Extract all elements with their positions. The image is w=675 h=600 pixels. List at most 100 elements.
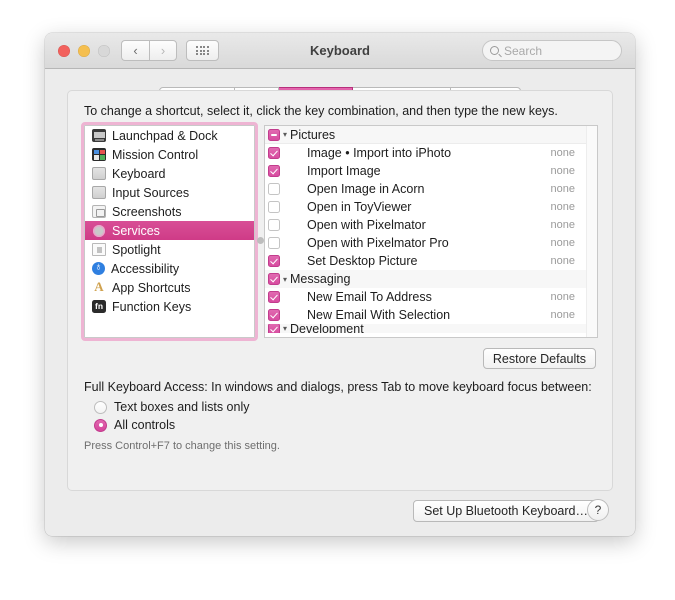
shortcut-key-value[interactable]: none [551,219,575,231]
shortcut-checkbox[interactable] [268,165,280,177]
shortcut-item-row[interactable]: New Email To Address none [265,288,597,306]
shortcut-key-value[interactable]: none [551,201,575,213]
sidebar-item-accessibility[interactable]: Accessibility [85,259,254,278]
radio-indicator [94,400,107,414]
sidebar-item-label: Mission Control [112,147,199,162]
radio-indicator [94,418,107,432]
shortcut-checkbox[interactable] [268,219,280,231]
sidebar-item-screenshots[interactable]: Screenshots [85,202,254,221]
shortcut-item-row[interactable]: Open Image in Acorn none [265,180,597,198]
checkbox-cell [265,324,283,333]
shortcut-name: Development [290,324,364,333]
shortcut-checkbox[interactable] [268,237,280,249]
shortcut-group-row[interactable]: ▾ Development [265,324,597,333]
function-keys-icon [92,300,106,313]
shortcut-checkbox[interactable] [268,147,280,159]
sidebar-item-input-sources[interactable]: Input Sources [85,183,254,202]
shortcut-checkbox[interactable] [268,128,280,141]
checkbox-cell [265,291,283,303]
shortcut-name: Open with Pixelmator Pro [307,236,449,250]
shortcut-group-row[interactable]: ▾ Messaging [265,270,597,288]
shortcut-items-list[interactable]: ▾ Pictures Image • Import into iPhoto none I… [264,125,598,338]
preferences-window: ‹ › Keyboard Search KeyboardTextShortcut… [45,33,635,536]
checkbox-cell [265,219,283,231]
shortcut-name: Messaging [290,272,351,286]
search-icon [490,46,499,55]
spotlight-icon [92,243,106,256]
sidebar-item-label: Services [112,223,160,238]
window-titlebar: ‹ › Keyboard Search [45,33,635,69]
shortcut-key-value[interactable]: none [551,309,575,321]
shortcut-name: Open in ToyViewer [307,200,412,214]
radio-label: All controls [114,418,176,432]
checkbox-cell [265,237,283,249]
sidebar-item-app-shortcuts[interactable]: App Shortcuts [85,278,254,297]
radio-all-controls[interactable]: All controls [94,418,175,432]
shortcut-item-row[interactable]: New Email With Selection none [265,306,597,324]
checkbox-cell [265,309,283,321]
shortcut-name: Set Desktop Picture [307,254,418,268]
shortcut-checkbox[interactable] [268,291,280,303]
checkbox-cell [265,165,283,177]
shortcut-checkbox[interactable] [268,324,280,333]
sidebar-item-services[interactable]: Services [85,221,254,240]
input-sources-icon [92,186,106,199]
help-button[interactable]: ? [587,499,609,521]
sidebar-item-label: Function Keys [112,299,192,314]
sidebar-item-label: Launchpad & Dock [112,128,218,143]
shortcut-key-value[interactable]: none [551,165,575,177]
shortcut-item-row[interactable]: Set Desktop Picture none [265,252,597,270]
instruction-text: To change a shortcut, select it, click t… [84,104,558,118]
shortcut-list-scrollbar[interactable] [586,126,597,337]
sidebar-item-function-keys[interactable]: Function Keys [85,297,254,316]
full-keyboard-access-label: Full Keyboard Access: In windows and dia… [84,380,592,394]
set-up-bluetooth-keyboard-button[interactable]: Set Up Bluetooth Keyboard… [413,500,599,522]
shortcut-item-row[interactable]: Open with Pixelmator none [265,216,597,234]
shortcut-item-row[interactable]: Open in ToyViewer none [265,198,597,216]
disclosure-triangle-icon[interactable]: ▾ [283,275,287,284]
shortcut-checkbox[interactable] [268,201,280,213]
search-placeholder: Search [504,43,543,58]
accessibility-icon [92,260,105,275]
sidebar-item-keyboard[interactable]: Keyboard [85,164,254,183]
disclosure-triangle-icon[interactable]: ▾ [283,130,287,139]
restore-defaults-label: Restore Defaults [492,351,586,366]
question-mark-icon: ? [594,503,602,517]
services-gear-icon [92,224,106,237]
shortcut-key-value[interactable]: none [551,237,575,249]
disclosure-triangle-icon[interactable]: ▾ [283,324,287,333]
shortcut-key-value[interactable]: none [551,255,575,267]
shortcut-checkbox[interactable] [268,309,280,321]
app-shortcuts-icon [92,279,106,295]
shortcut-category-list[interactable]: Launchpad & Dock Mission Control Keyboard I… [81,122,258,341]
sidebar-item-mission-control[interactable]: Mission Control [85,145,254,164]
shortcut-checkbox[interactable] [268,255,280,267]
sidebar-item-label: Accessibility [111,261,180,276]
sidebar-item-label: Spotlight [112,242,161,257]
shortcut-key-value[interactable]: none [551,183,575,195]
shortcut-name: Pictures [290,127,336,142]
checkbox-cell [265,128,283,141]
screenshots-icon [92,205,106,218]
full-keyboard-access-hint: Press Control+F7 to change this setting. [84,440,280,452]
bluetooth-button-label: Set Up Bluetooth Keyboard… [424,504,588,518]
sidebar-item-label: App Shortcuts [112,280,191,295]
sidebar-scroll-knob[interactable] [257,237,264,244]
sidebar-item-spotlight[interactable]: Spotlight [85,240,254,259]
search-field[interactable]: Search [482,40,622,61]
shortcut-checkbox[interactable] [268,273,280,285]
radio-text-boxes-and-lists[interactable]: Text boxes and lists only [94,400,250,414]
shortcut-key-value[interactable]: none [551,147,575,159]
shortcut-name: Image • Import into iPhoto [307,146,452,160]
restore-defaults-button[interactable]: Restore Defaults [482,348,596,369]
checkbox-cell [265,183,283,195]
shortcut-checkbox[interactable] [268,183,280,195]
shortcut-item-row[interactable]: Open with Pixelmator Pro none [265,234,597,252]
shortcut-key-value[interactable]: none [551,291,575,303]
shortcut-item-row[interactable]: Import Image none [265,162,597,180]
shortcut-name: New Email With Selection [307,308,451,322]
sidebar-item-launchpad-dock[interactable]: Launchpad & Dock [85,126,254,145]
shortcut-item-row[interactable]: Image • Import into iPhoto none [265,144,597,162]
shortcut-group-row[interactable]: ▾ Pictures [265,126,597,144]
mission-control-icon [92,148,106,161]
